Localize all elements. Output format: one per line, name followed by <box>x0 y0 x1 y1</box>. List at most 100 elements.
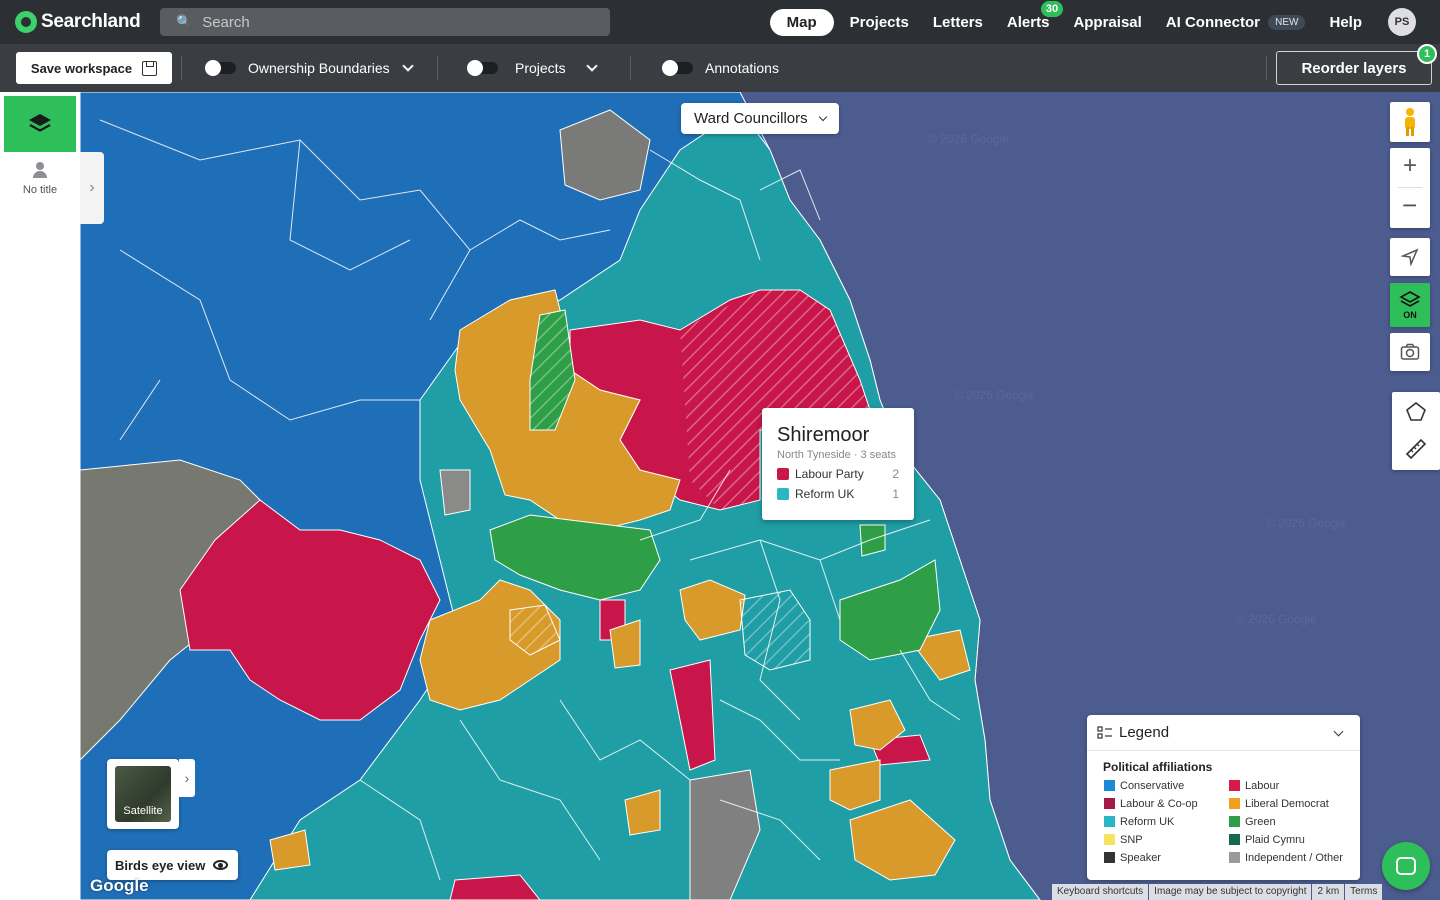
screenshot-button[interactable] <box>1390 333 1430 371</box>
popup-party-count: 1 <box>892 487 899 501</box>
workspace-title: No title <box>22 184 58 196</box>
legend-icon <box>1097 725 1112 739</box>
annotations-toggle[interactable] <box>662 60 693 76</box>
annotations-control: Annotations <box>662 56 779 80</box>
map-watermark: © 2026 Google <box>1236 612 1317 626</box>
reorder-layers-button[interactable]: Reorder layers 1 <box>1276 44 1437 85</box>
legend-swatch <box>1229 816 1240 827</box>
legend-swatch <box>1104 780 1115 791</box>
chevron-down-icon[interactable] <box>401 60 414 72</box>
nav-appraisal[interactable]: Appraisal <box>1073 14 1141 31</box>
map-type-expand-button[interactable]: › <box>179 759 195 797</box>
chevron-down-icon[interactable] <box>1333 726 1344 736</box>
street-view-button[interactable] <box>1390 102 1430 142</box>
zoom-divider <box>1398 187 1422 188</box>
polygon-tool-icon[interactable] <box>1405 401 1427 423</box>
layers-panel-button[interactable] <box>4 96 76 152</box>
toolbar-divider <box>630 56 631 80</box>
party-swatch <box>777 468 789 480</box>
keyboard-shortcuts-link[interactable]: Keyboard shortcuts <box>1052 884 1149 900</box>
popup-party-row: Labour Party 2 <box>777 467 899 481</box>
toolbar-divider <box>437 56 438 80</box>
annotations-label: Annotations <box>705 60 779 76</box>
legend-swatch <box>1104 798 1115 809</box>
zoom-in-button[interactable]: + <box>1403 152 1417 180</box>
toolbar-divider <box>181 56 182 80</box>
legend-swatch <box>1104 852 1115 863</box>
pegman-icon <box>1405 108 1415 136</box>
nav-ai-connector[interactable]: AI Connector NEW <box>1166 14 1306 31</box>
nav-projects[interactable]: Projects <box>850 14 909 31</box>
satellite-label: Satellite <box>123 805 163 817</box>
main-nav: Map Projects Letters Alerts 30 Appraisal… <box>758 0 1440 44</box>
layers-toggle-state: ON <box>1403 310 1417 320</box>
user-avatar[interactable]: PS <box>1388 8 1416 36</box>
google-logo: Google <box>90 876 149 895</box>
projects-label: Projects <box>515 60 566 76</box>
workspace-panel: No title <box>0 92 80 900</box>
legend-item: Labour & Co-op <box>1104 797 1229 810</box>
ruler-icon[interactable] <box>1404 437 1428 461</box>
legend-item: Labour <box>1229 779 1354 792</box>
legend-subtitle: Political affiliations <box>1103 760 1213 774</box>
terms-link[interactable]: Terms <box>1345 884 1383 900</box>
legend-label: Plaid Cymru <box>1245 833 1305 846</box>
eye-icon <box>213 860 229 870</box>
reorder-layers-label: Reorder layers <box>1301 59 1407 77</box>
ownership-boundaries-toggle[interactable] <box>205 60 236 76</box>
legend-swatch <box>1104 816 1115 827</box>
layer-select-dropdown[interactable]: Ward Councillors <box>681 103 839 134</box>
search-input[interactable] <box>202 13 583 31</box>
legend-item: Plaid Cymru <box>1229 833 1354 846</box>
nav-help[interactable]: Help <box>1329 14 1362 31</box>
person-icon <box>32 162 48 178</box>
save-workspace-button[interactable]: Save workspace <box>16 52 172 84</box>
nav-letters[interactable]: Letters <box>933 14 983 31</box>
chevron-right-icon: › <box>184 770 190 786</box>
ownership-boundaries-label: Ownership Boundaries <box>248 60 390 76</box>
legend-label: SNP <box>1120 833 1143 846</box>
projects-toggle[interactable] <box>467 60 498 76</box>
layers-icon <box>29 114 51 132</box>
legend-item: Independent / Other <box>1229 851 1354 864</box>
ward-info-popup: Shiremoor North Tyneside · 3 seats Labou… <box>762 408 914 520</box>
legend-items: Conservative Labour Labour & Co-op Liber… <box>1104 779 1360 864</box>
chevron-down-icon[interactable] <box>585 60 598 72</box>
new-badge: NEW <box>1268 15 1306 31</box>
search-bar[interactable]: 🔍 <box>160 8 610 36</box>
scale-bar[interactable]: 2 km <box>1312 884 1345 900</box>
chevron-down-icon <box>818 112 827 122</box>
legend-header[interactable]: Legend <box>1087 715 1360 751</box>
zoom-out-button[interactable]: − <box>1402 190 1417 221</box>
popup-subtitle: North Tyneside · 3 seats <box>777 449 897 461</box>
chat-bubble-icon <box>1396 857 1416 875</box>
legend-item: Liberal Democrat <box>1229 797 1354 810</box>
legend-label: Labour <box>1245 779 1280 792</box>
save-workspace-label: Save workspace <box>30 60 133 76</box>
legend-item: Green <box>1229 815 1354 828</box>
ownership-boundaries-control: Ownership Boundaries <box>205 56 414 80</box>
legend-swatch <box>1229 852 1240 863</box>
floppy-disk-icon <box>142 60 158 76</box>
legend-title: Legend <box>1119 724 1170 741</box>
locate-button[interactable] <box>1390 238 1430 276</box>
searchland-logo-icon <box>15 11 37 33</box>
satellite-toggle[interactable]: Satellite <box>107 759 179 829</box>
legend-swatch <box>1104 834 1115 845</box>
legend-label: Speaker <box>1120 851 1161 864</box>
chat-button[interactable] <box>1382 842 1430 890</box>
search-icon: 🔍 <box>176 14 193 29</box>
map-toolbar: Save workspace Ownership Boundaries Proj… <box>0 44 1440 92</box>
alerts-count-badge: 30 <box>1040 0 1064 17</box>
navigation-arrow-icon <box>1401 248 1419 266</box>
layers-toggle-button[interactable]: ON <box>1390 283 1430 327</box>
nav-ai-connector-label: AI Connector <box>1165 13 1260 31</box>
legend-item: SNP <box>1104 833 1229 846</box>
panel-expand-button[interactable]: › <box>80 152 104 224</box>
map-watermark: © 2026 Google <box>954 388 1035 402</box>
nav-alerts[interactable]: Alerts 30 <box>1007 0 1064 31</box>
legend-item: Reform UK <box>1104 815 1229 828</box>
nav-map[interactable]: Map <box>769 8 834 36</box>
workspace-item[interactable]: No title <box>0 162 80 196</box>
brand[interactable]: Searchland <box>15 11 155 33</box>
